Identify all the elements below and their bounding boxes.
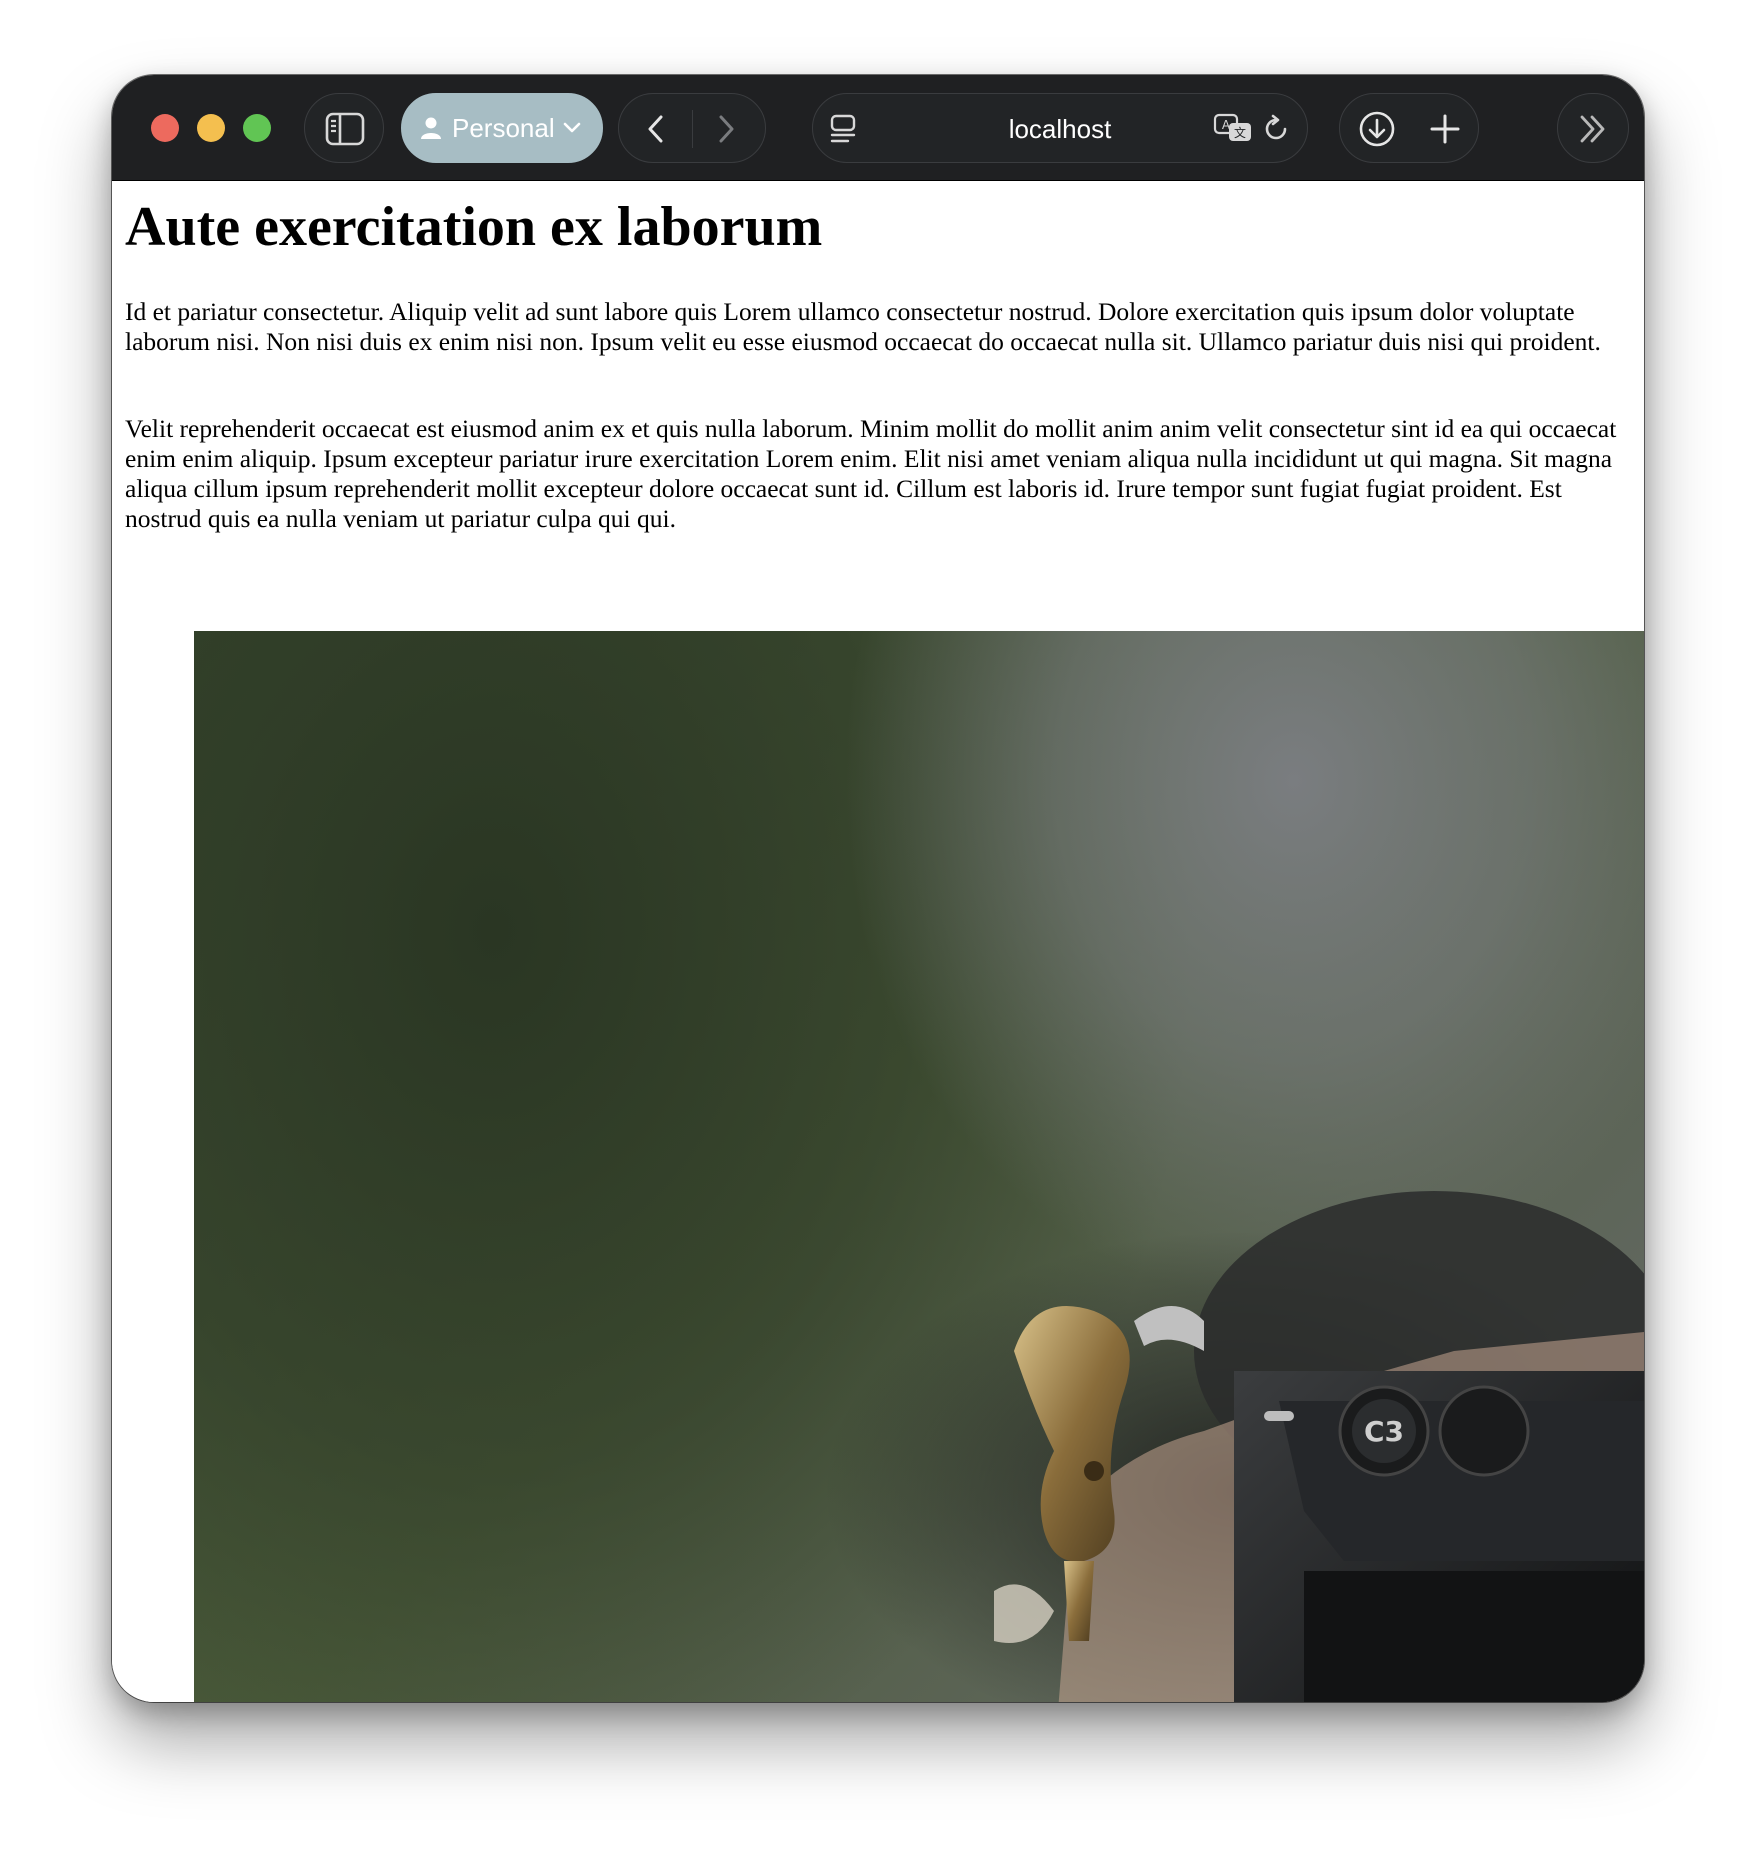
paragraph: Velit reprehenderit occaecat est eiusmod…	[125, 414, 1617, 533]
back-button[interactable]	[637, 110, 675, 148]
person-icon	[421, 117, 441, 139]
page-content: Aute exercitation ex laborum Id et paria…	[112, 181, 1644, 1702]
minimize-window-button[interactable]	[197, 114, 225, 142]
sidebar-icon	[325, 112, 365, 146]
svg-text:文: 文	[1234, 125, 1246, 140]
browser-toolbar: Personal localhost A 文	[112, 75, 1644, 181]
close-window-button[interactable]	[151, 114, 179, 142]
camera-photo: C3	[194, 631, 1644, 1702]
page-heading: Aute exercitation ex laborum	[125, 196, 823, 258]
translate-icon[interactable]: A 文	[1213, 112, 1253, 144]
sidebar-toggle-button[interactable]	[304, 93, 384, 163]
address-bar[interactable]: localhost A 文	[812, 93, 1308, 163]
forward-button[interactable]	[707, 110, 745, 148]
paragraph: Id et pariatur consectetur. Aliquip veli…	[125, 297, 1601, 356]
tab-overview-button[interactable]	[1557, 93, 1629, 163]
chevron-down-icon	[563, 122, 580, 133]
download-icon[interactable]	[1358, 110, 1396, 148]
reload-icon[interactable]	[1261, 114, 1291, 144]
double-chevron-right-icon	[1580, 115, 1605, 143]
plus-icon[interactable]	[1426, 110, 1464, 148]
profile-button[interactable]: Personal	[401, 93, 603, 163]
nav-divider	[692, 110, 693, 148]
camera-c3-label: C3	[1364, 1415, 1404, 1448]
navigation-buttons	[618, 93, 766, 163]
browser-window: Personal localhost A 文 Aute exercitation…	[112, 75, 1644, 1702]
zoom-window-button[interactable]	[243, 114, 271, 142]
toolbar-actions	[1339, 93, 1479, 163]
profile-label: Personal	[452, 112, 555, 143]
camera-illustration: C3	[824, 1191, 1644, 1702]
